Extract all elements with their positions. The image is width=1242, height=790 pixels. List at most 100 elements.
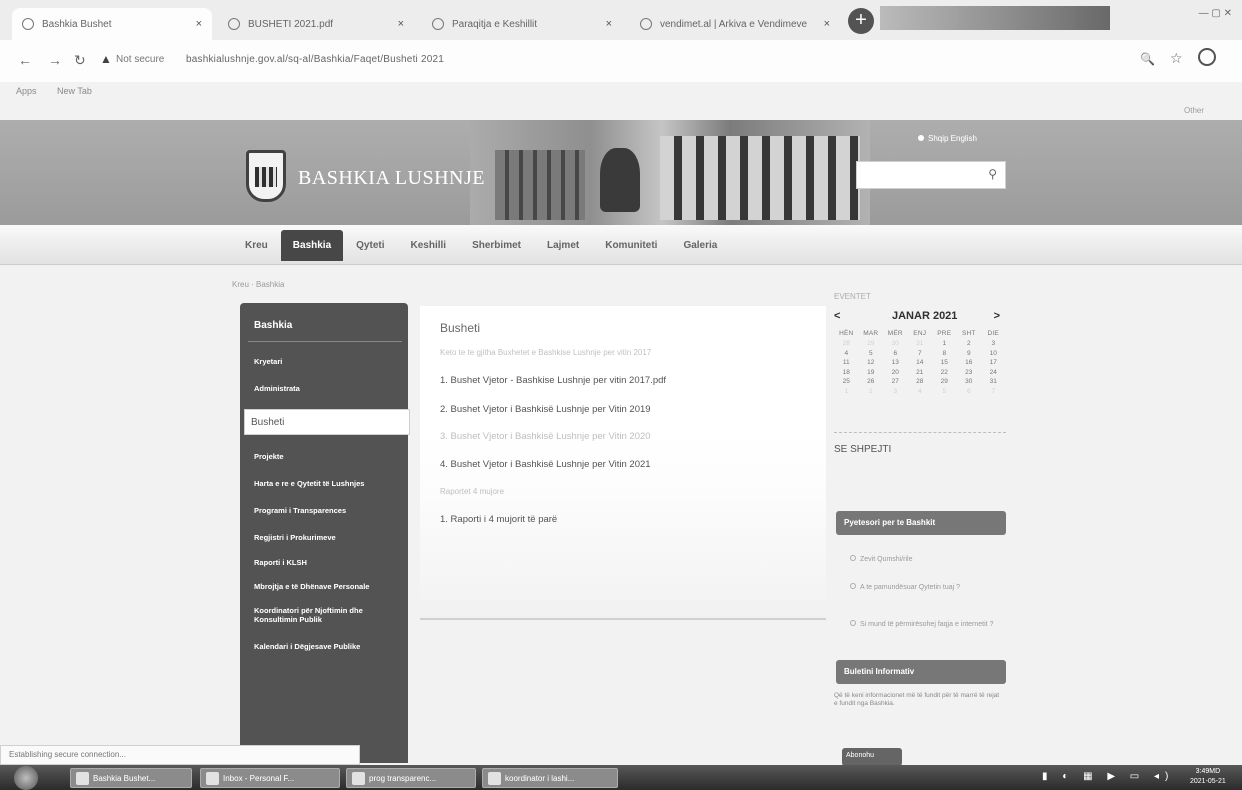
newsletter-header[interactable]: Buletini Informativ xyxy=(836,660,1006,684)
calendar-day[interactable]: 29 xyxy=(932,378,957,388)
calendar-day[interactable]: 8 xyxy=(932,350,957,360)
sidebar-item-prokurimet[interactable]: Regjistri i Prokurimeve xyxy=(254,533,404,542)
back-icon[interactable]: ← xyxy=(18,52,32,68)
calendar-day[interactable]: 20 xyxy=(883,369,908,379)
calendar-day[interactable]: 11 xyxy=(834,359,859,369)
calendar-day[interactable]: 3 xyxy=(981,340,1006,350)
reload-icon[interactable]: ↻ xyxy=(74,52,86,69)
security-label[interactable]: Not secure xyxy=(116,54,164,65)
calendar-day[interactable]: 13 xyxy=(883,359,908,369)
warning-icon[interactable]: ▲ xyxy=(100,52,112,66)
sidebar-item-klsh[interactable]: Raporti i KLSH xyxy=(254,558,404,567)
calendar-day[interactable]: 5 xyxy=(859,350,884,360)
calendar-day[interactable]: 28 xyxy=(834,340,859,350)
system-tray-icons[interactable]: ▮ ◐ ▦ ▶ ▭ ◂) xyxy=(1042,771,1174,782)
calendar-day[interactable]: 14 xyxy=(908,359,933,369)
sidebar-title[interactable]: Bashkia xyxy=(254,320,292,331)
calendar-day[interactable]: 4 xyxy=(834,350,859,360)
nav-lajmet[interactable]: Lajmet xyxy=(534,240,592,251)
document-link-2020[interactable]: 3. Bushet Vjetor i Bashkisë Lushnje per … xyxy=(440,431,651,442)
subscribe-button[interactable]: Abonohu xyxy=(842,748,902,766)
site-name[interactable]: BASHKIA LUSHNJE xyxy=(298,167,485,190)
taskbar-item-outlook[interactable]: Inbox - Personal F... xyxy=(200,768,340,788)
calendar-day[interactable]: 19 xyxy=(859,369,884,379)
radio-icon[interactable] xyxy=(850,620,856,626)
calendar-day[interactable]: 17 xyxy=(981,359,1006,369)
calendar-day[interactable]: 25 xyxy=(834,378,859,388)
browser-tab-3[interactable]: Paraqitja e Keshillit × xyxy=(422,8,622,40)
taskbar-item-word-2[interactable]: koordinator i lashi... xyxy=(482,768,618,788)
sidebar-item-transparenca[interactable]: Programi i Transparences xyxy=(254,506,404,515)
sidebar-item-koordinatori[interactable]: Koordinatori për Njoftimin dhe Konsultim… xyxy=(254,606,404,624)
calendar-day[interactable]: 7 xyxy=(908,350,933,360)
calendar-prev-icon[interactable]: < xyxy=(834,310,840,322)
poll-header-button[interactable]: Pyetesori per te Bashkit xyxy=(836,511,1006,535)
nav-komuniteti[interactable]: Komuniteti xyxy=(592,240,670,251)
new-tab-button[interactable]: + xyxy=(848,8,874,34)
nav-kreu[interactable]: Kreu xyxy=(232,240,281,251)
calendar-day[interactable]: 29 xyxy=(859,340,884,350)
calendar-day[interactable]: 5 xyxy=(932,388,957,398)
window-controls[interactable]: — ▢ ✕ xyxy=(1199,8,1232,19)
bookmark-star-icon[interactable]: ☆ xyxy=(1170,50,1183,67)
calendar-day[interactable]: 30 xyxy=(883,340,908,350)
browser-tab-1[interactable]: Bashkia Bushet × xyxy=(12,8,212,40)
taskbar-item-browser[interactable]: Bashkia Bushet... xyxy=(70,768,192,788)
calendar-day[interactable]: 1 xyxy=(932,340,957,350)
nav-keshilli[interactable]: Keshilli xyxy=(398,240,460,251)
sidebar-item-administrata[interactable]: Administrata xyxy=(254,384,404,393)
calendar-day[interactable]: 28 xyxy=(908,378,933,388)
document-link-2021[interactable]: 4. Bushet Vjetor i Bashkisë Lushnje per … xyxy=(440,459,651,470)
search-input[interactable]: ⚲ xyxy=(856,161,1006,189)
municipality-crest-logo[interactable] xyxy=(246,150,286,202)
close-tab-icon[interactable]: × xyxy=(824,18,830,30)
sidebar-item-kryetari[interactable]: Kryetari xyxy=(254,357,404,366)
forward-icon[interactable]: → xyxy=(48,52,62,68)
close-tab-icon[interactable]: × xyxy=(606,18,612,30)
taskbar-clock[interactable]: 3:49MD 2021-05-21 xyxy=(1190,767,1226,787)
nav-sherbimet[interactable]: Sherbimet xyxy=(459,240,534,251)
nav-bashkia[interactable]: Bashkia xyxy=(280,229,344,261)
calendar-next-icon[interactable]: > xyxy=(994,310,1000,322)
calendar-day[interactable]: 3 xyxy=(883,388,908,398)
calendar-day[interactable]: 27 xyxy=(883,378,908,388)
other-bookmarks[interactable]: Other xyxy=(1184,106,1204,115)
radio-icon[interactable] xyxy=(850,583,856,589)
poll-option-1[interactable]: Zevit Qumshi/rile xyxy=(850,555,1000,564)
poll-option-2[interactable]: A te pamundësuar Qytetin tuaj ? xyxy=(850,583,1000,592)
sidebar-item-te-dhenat[interactable]: Mbrojtja e të Dhënave Personale xyxy=(254,582,404,591)
calendar-day[interactable]: 2 xyxy=(859,388,884,398)
calendar-day[interactable]: 15 xyxy=(932,359,957,369)
profile-icon[interactable] xyxy=(1198,48,1216,66)
calendar-day[interactable]: 18 xyxy=(834,369,859,379)
calendar-day[interactable]: 21 xyxy=(908,369,933,379)
calendar-day[interactable]: 6 xyxy=(957,388,982,398)
calendar-day[interactable]: 10 xyxy=(981,350,1006,360)
sidebar-item-busheti[interactable]: Busheti xyxy=(244,409,410,435)
calendar-day[interactable]: 9 xyxy=(957,350,982,360)
search-icon[interactable]: ⚲ xyxy=(988,167,997,181)
calendar-day[interactable]: 6 xyxy=(883,350,908,360)
calendar-day[interactable]: 12 xyxy=(859,359,884,369)
document-link-2019[interactable]: 2. Bushet Vjetor i Bashkisë Lushnje per … xyxy=(440,404,651,415)
report-link-1[interactable]: 1. Raporti i 4 mujorit të parë xyxy=(440,514,557,525)
browser-tab-4[interactable]: vendimet.al | Arkiva e Vendimeve × xyxy=(630,8,840,40)
breadcrumb[interactable]: Kreu · Bashkia xyxy=(232,280,284,289)
start-button-icon[interactable] xyxy=(14,766,38,790)
calendar-day[interactable]: 4 xyxy=(908,388,933,398)
close-tab-icon[interactable]: × xyxy=(398,18,404,30)
calendar-day[interactable]: 31 xyxy=(908,340,933,350)
nav-qyteti[interactable]: Qyteti xyxy=(343,240,397,251)
calendar-day[interactable]: 7 xyxy=(981,388,1006,398)
calendar-day[interactable]: 16 xyxy=(957,359,982,369)
sidebar-item-kalendari[interactable]: Kalendari i Dëgjesave Publike xyxy=(254,642,404,651)
bookmark-new-tab[interactable]: New Tab xyxy=(57,86,92,96)
calendar-day[interactable]: 30 xyxy=(957,378,982,388)
nav-galeria[interactable]: Galeria xyxy=(670,240,730,251)
language-switcher[interactable]: Shqip English xyxy=(918,134,977,143)
calendar-day[interactable]: 31 xyxy=(981,378,1006,388)
taskbar-item-word-1[interactable]: prog transparenc... xyxy=(346,768,476,788)
calendar-day[interactable]: 2 xyxy=(957,340,982,350)
sidebar-item-harta[interactable]: Harta e re e Qytetit të Lushnjes xyxy=(254,479,404,488)
zoom-icon[interactable]: 🔍 xyxy=(1140,52,1155,66)
